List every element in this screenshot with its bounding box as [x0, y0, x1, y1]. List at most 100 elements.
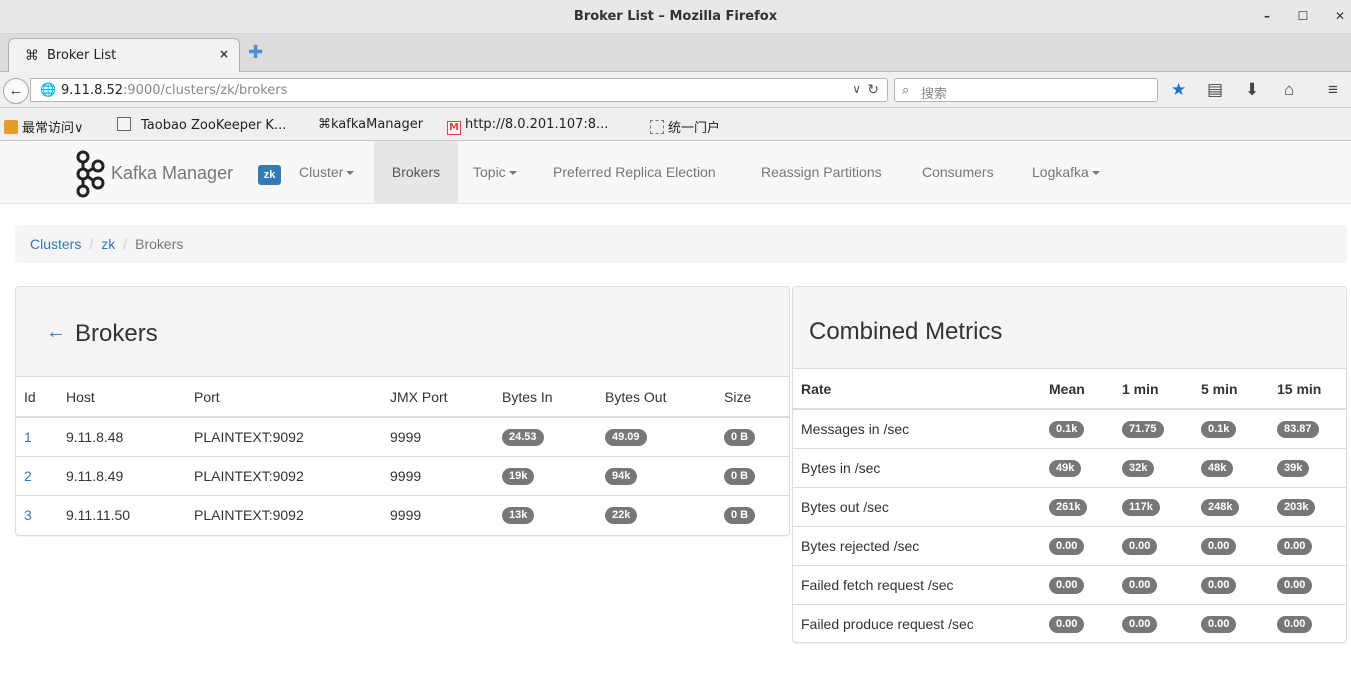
mean-badge: 49k	[1049, 460, 1082, 477]
table-row: 3 9.11.11.50 PLAINTEXT:9092 9999 13k 22k…	[16, 494, 789, 534]
nav-brokers[interactable]: Brokers	[374, 141, 458, 203]
kafka-logo-icon: ⌘	[318, 117, 331, 132]
tab-close-icon[interactable]: ×	[219, 47, 229, 61]
metrics-table: Rate Mean 1 min 5 min 15 min Messages in…	[793, 369, 1346, 643]
url-text: 9.11.8.52:9000/clusters/zk/brokers	[61, 83, 287, 98]
broker-port: PLAINTEXT:9092	[186, 416, 382, 456]
col-bytes-in: Bytes In	[494, 377, 597, 418]
5-min-cell: 248k	[1193, 486, 1269, 526]
rate-label: Failed fetch request /sec	[793, 564, 1041, 604]
nav-consumers[interactable]: Consumers	[907, 141, 1009, 203]
brokers-table: Id Host Port JMX Port Bytes In Bytes Out…	[16, 377, 789, 534]
table-row: 1 9.11.8.48 PLAINTEXT:9092 9999 24.53 49…	[16, 416, 789, 456]
col-id: Id	[16, 377, 58, 418]
globe-icon: 🌐	[40, 82, 57, 97]
app-brand[interactable]: Kafka Manager	[111, 163, 233, 184]
5-min-cell: 0.00	[1193, 564, 1269, 604]
nav-label: Cluster	[299, 164, 344, 180]
nav-label: Logkafka	[1032, 164, 1089, 180]
breadcrumb-clusters[interactable]: Clusters	[30, 236, 81, 252]
table-header-row: Id Host Port JMX Port Bytes In Bytes Out…	[16, 377, 789, 418]
col-15-min: 15 min	[1269, 369, 1346, 410]
broker-host: 9.11.11.50	[58, 494, 186, 534]
table-row: Bytes rejected /sec 0.00 0.00 0.00 0.00	[793, 525, 1346, 565]
nav-reassign-partitions[interactable]: Reassign Partitions	[746, 141, 897, 203]
1-min-badge: 0.00	[1122, 538, 1158, 555]
brokers-panel: ← Brokers Id Host Port JMX Port Bytes In…	[15, 286, 790, 536]
mean-cell: 49k	[1041, 447, 1114, 487]
col-rate: Rate	[793, 369, 1041, 410]
bytes-in-badge: 19k	[502, 468, 535, 485]
15-min-cell: 203k	[1269, 486, 1346, 526]
breadcrumb-separator: /	[89, 236, 94, 252]
table-header-row: Rate Mean 1 min 5 min 15 min	[793, 369, 1346, 410]
app-navbar: Kafka Manager zk Cluster Brokers Topic P…	[0, 141, 1351, 204]
downloads-icon[interactable]: ⬇	[1245, 80, 1259, 100]
bytes-in-cell: 19k	[494, 455, 597, 495]
bookmark-star-icon[interactable]: ★	[1171, 80, 1186, 100]
1-min-badge: 0.00	[1122, 577, 1158, 594]
new-tab-icon[interactable]: ✚	[248, 42, 263, 63]
5-min-badge: 0.00	[1201, 538, 1237, 555]
1-min-cell: 0.00	[1114, 603, 1193, 643]
size-cell: 0 B	[716, 494, 789, 534]
bookmark-taobao-zookeeper[interactable]: Taobao ZooKeeper K...	[117, 117, 286, 133]
broker-id-link[interactable]: 2	[24, 468, 32, 484]
bytes-in-badge: 24.53	[502, 429, 544, 447]
search-placeholder: 搜索	[921, 87, 948, 102]
kafka-favicon-icon: ⌘	[25, 47, 39, 63]
size-cell: 0 B	[716, 455, 789, 495]
breadcrumb-zk[interactable]: zk	[101, 236, 115, 252]
home-icon[interactable]: ⌂	[1284, 80, 1294, 100]
caret-down-icon	[508, 171, 517, 176]
bytes-in-cell: 24.53	[494, 416, 597, 456]
1-min-cell: 71.75	[1114, 408, 1193, 448]
mean-cell: 0.00	[1041, 603, 1114, 643]
5-min-cell: 0.1k	[1193, 408, 1269, 448]
bookmark-http-8-0-201-107[interactable]: Mhttp://8.0.201.107:8...	[447, 117, 608, 135]
back-arrow-icon[interactable]: ←	[46, 321, 66, 344]
nav-logkafka-dropdown[interactable]: Logkafka	[1017, 141, 1115, 203]
menu-icon[interactable]: ≡	[1328, 80, 1338, 100]
reading-list-icon[interactable]: ▤	[1207, 80, 1223, 100]
broker-jmx-port: 9999	[382, 494, 494, 534]
bookmark-label: Taobao ZooKeeper K...	[141, 118, 287, 133]
mean-cell: 0.00	[1041, 564, 1114, 604]
breadcrumb: Clusters / zk / Brokers	[15, 225, 1347, 263]
back-arrow-icon[interactable]: ←	[3, 78, 29, 104]
nav-cluster-dropdown[interactable]: Cluster	[284, 141, 369, 203]
15-min-badge: 0.00	[1277, 577, 1313, 594]
broker-id-link[interactable]: 3	[24, 507, 32, 523]
bookmark-kafkamanager[interactable]: ⌘kafkaManager	[318, 117, 423, 132]
5-min-badge: 248k	[1201, 499, 1240, 516]
5-min-cell: 0.00	[1193, 525, 1269, 565]
table-row: Failed produce request /sec 0.00 0.00 0.…	[793, 603, 1346, 643]
nav-topic-dropdown[interactable]: Topic	[458, 141, 532, 203]
bytes-out-badge: 94k	[605, 468, 638, 485]
close-window-button[interactable]: ✕	[1331, 7, 1349, 25]
5-min-badge: 48k	[1201, 460, 1234, 477]
url-host: 9.11.8.52	[61, 83, 124, 98]
bookmark-unified-portal[interactable]: 统一门户	[650, 117, 720, 136]
maximize-button[interactable]: ☐	[1294, 7, 1312, 25]
url-bar[interactable]: 🌐 9.11.8.52:9000/clusters/zk/brokers ∨ ↻	[30, 78, 888, 102]
url-dropdown-icon[interactable]: ∨	[852, 82, 861, 96]
tab-broker-list[interactable]: ⌘ Broker List ×	[8, 38, 240, 72]
col-5-min: 5 min	[1193, 369, 1269, 410]
15-min-cell: 0.00	[1269, 525, 1346, 565]
bookmark-most-visited[interactable]: 最常访问∨	[4, 117, 84, 136]
caret-down-icon	[346, 171, 355, 176]
mean-badge: 0.00	[1049, 577, 1085, 594]
search-input[interactable]: ⌕ 搜索	[894, 78, 1158, 102]
table-row: Messages in /sec 0.1k 71.75 0.1k 83.87	[793, 408, 1346, 448]
col-host: Host	[58, 377, 186, 418]
kafka-logo-icon[interactable]	[74, 149, 106, 199]
broker-id-link[interactable]: 1	[24, 429, 32, 445]
col-jmx-port: JMX Port	[382, 377, 494, 418]
page-icon	[650, 120, 664, 134]
1-min-badge: 117k	[1122, 499, 1160, 516]
minimize-button[interactable]: –	[1258, 7, 1276, 25]
reload-icon[interactable]: ↻	[867, 81, 879, 98]
size-badge: 0 B	[724, 507, 756, 525]
nav-preferred-replica-election[interactable]: Preferred Replica Election	[538, 141, 731, 203]
